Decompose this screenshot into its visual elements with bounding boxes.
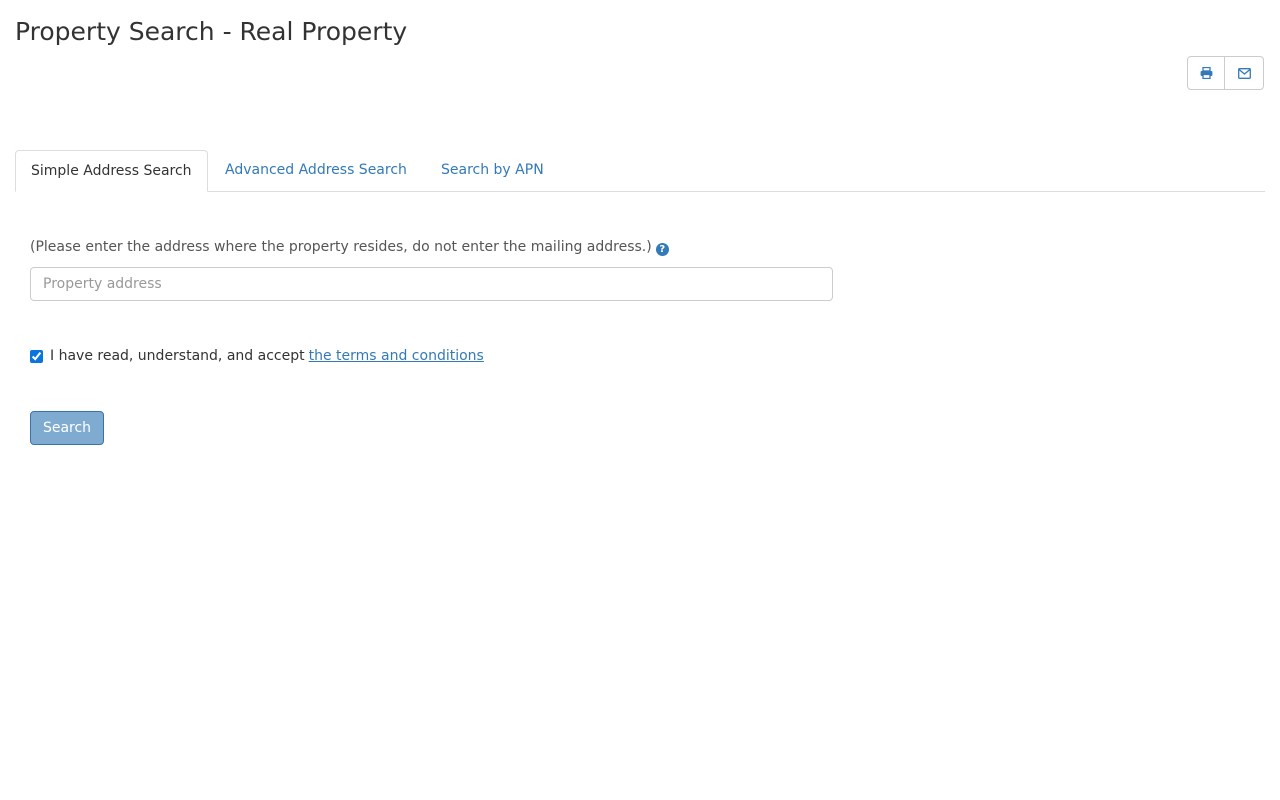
address-hint-text: (Please enter the address where the prop… — [30, 239, 652, 255]
print-button[interactable] — [1187, 56, 1225, 90]
page-actions — [1187, 56, 1264, 90]
property-address-input[interactable] — [30, 267, 833, 301]
print-icon — [1200, 67, 1212, 79]
search-tabs: Simple Address Search Advanced Address S… — [15, 150, 1265, 192]
search-button[interactable]: Search — [30, 411, 104, 445]
property-search-page: Property Search - Real Property Simple A… — [0, 0, 1280, 800]
terms-checkbox[interactable] — [30, 349, 43, 363]
email-button[interactable] — [1224, 56, 1264, 90]
envelope-icon — [1237, 67, 1251, 79]
terms-link[interactable]: the terms and conditions — [309, 348, 484, 364]
page-title: Property Search - Real Property — [15, 17, 408, 46]
tab-search-by-apn[interactable]: Search by APN — [426, 150, 559, 192]
address-hint: (Please enter the address where the prop… — [30, 237, 669, 257]
tab-simple-address-search[interactable]: Simple Address Search — [15, 150, 208, 192]
terms-row: I have read, understand, and accept the … — [30, 346, 484, 366]
question-circle-icon[interactable]: ? — [655, 243, 669, 256]
terms-text: I have read, understand, and accept — [50, 348, 305, 364]
tab-advanced-address-search[interactable]: Advanced Address Search — [210, 150, 422, 192]
